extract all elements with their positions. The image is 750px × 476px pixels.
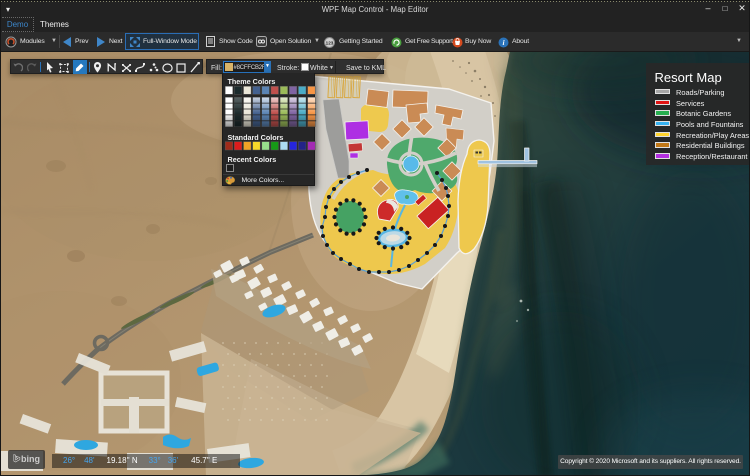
svg-text:123: 123 bbox=[326, 40, 334, 45]
